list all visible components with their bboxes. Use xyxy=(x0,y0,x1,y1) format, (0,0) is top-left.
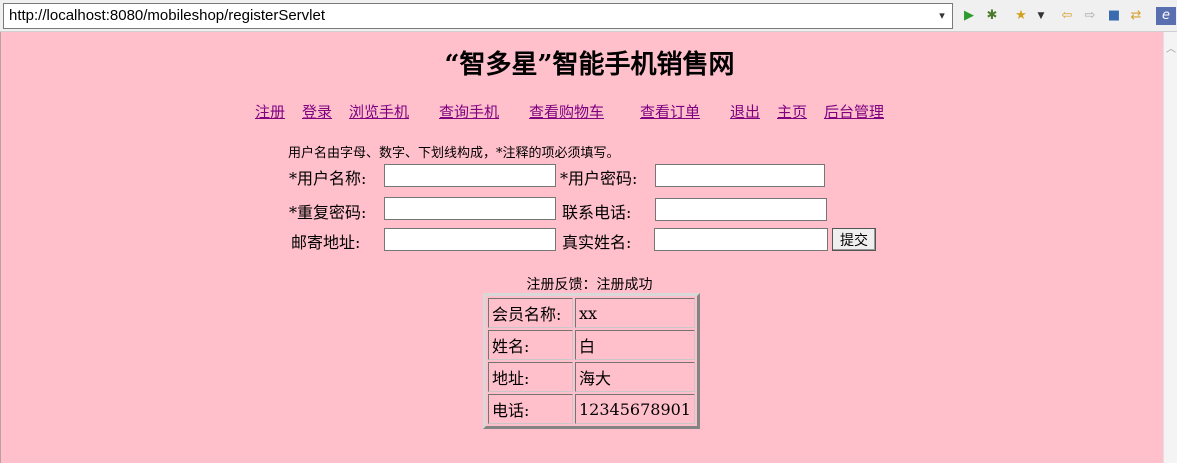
run-icon[interactable]: ▶ xyxy=(960,7,978,25)
phone-key: 电话: xyxy=(488,394,573,424)
nav-register-link[interactable]: 注册 xyxy=(255,101,285,122)
username-input[interactable] xyxy=(384,164,556,187)
page-viewport: “智多星”智能手机销售网 注册 登录 浏览手机 查询手机 查看购物车 查看订单 … xyxy=(0,32,1163,463)
table-row: 电话: 12345678901 xyxy=(488,394,695,424)
realname-label: 真实姓名: xyxy=(562,233,632,252)
realname-key: 姓名: xyxy=(488,330,573,360)
username-label: *用户名称: xyxy=(289,169,367,188)
page-title: “智多星”智能手机销售网 xyxy=(444,50,735,80)
repeat-password-label: *重复密码: xyxy=(289,203,367,222)
nav-admin-link[interactable]: 后台管理 xyxy=(824,101,884,122)
address-value: 海大 xyxy=(575,362,695,392)
forward-arrow-icon[interactable]: ⇨ xyxy=(1081,7,1099,25)
vertical-scrollbar[interactable]: ︿ xyxy=(1163,32,1177,463)
password-label: *用户密码: xyxy=(560,169,638,188)
phone-label: 联系电话: xyxy=(562,203,632,222)
nav-search-phones-link[interactable]: 查询手机 xyxy=(439,101,499,122)
phone-value: 12345678901 xyxy=(575,394,695,424)
nav-logout-link[interactable]: 退出 xyxy=(730,101,760,122)
register-feedback: 注册反馈：注册成功 xyxy=(526,277,653,293)
scroll-up-chevron-icon[interactable]: ︿ xyxy=(1164,44,1177,56)
address-key: 地址: xyxy=(488,362,573,392)
back-arrow-icon[interactable]: ⇦ xyxy=(1058,7,1076,25)
address-bar[interactable]: http://localhost:8080/mobileshop/registe… xyxy=(3,3,953,29)
repeat-password-input[interactable] xyxy=(384,197,556,220)
table-row: 会员名称: xx xyxy=(488,298,695,328)
nav-view-cart-link[interactable]: 查看购物车 xyxy=(529,101,604,122)
favorite-star-icon[interactable]: ★ xyxy=(1012,7,1030,25)
member-name-key: 会员名称: xyxy=(488,298,573,328)
chevron-down-icon[interactable]: ▼ xyxy=(1032,7,1050,25)
eclipse-logo-icon: e xyxy=(1156,7,1176,25)
nav-view-orders-link[interactable]: 查看订单 xyxy=(640,101,700,122)
submit-button[interactable]: 提交 xyxy=(832,228,876,251)
form-hint: 用户名由字母、数字、下划线构成，*注释的项必须填写。 xyxy=(288,146,620,161)
realname-value: 白 xyxy=(575,330,695,360)
address-bar-url: http://localhost:8080/mobileshop/registe… xyxy=(9,7,326,24)
debug-bug-icon[interactable]: ✱ xyxy=(983,7,1001,25)
table-row: 姓名: 白 xyxy=(488,330,695,360)
address-input[interactable] xyxy=(384,228,556,251)
member-name-value: xx xyxy=(575,298,695,328)
table-row: 地址: 海大 xyxy=(488,362,695,392)
phone-input[interactable] xyxy=(655,198,827,221)
refresh-icon[interactable]: ⇄ xyxy=(1127,7,1145,25)
nav-browse-phones-link[interactable]: 浏览手机 xyxy=(349,101,409,122)
member-info-table: 会员名称: xx 姓名: 白 地址: 海大 电话: 12345678901 xyxy=(483,293,700,429)
chevron-down-icon[interactable]: ▾ xyxy=(932,4,952,28)
stop-icon[interactable]: ■ xyxy=(1105,7,1123,25)
nav-home-link[interactable]: 主页 xyxy=(777,101,807,122)
password-input[interactable] xyxy=(655,164,825,187)
nav-login-link[interactable]: 登录 xyxy=(302,101,332,122)
realname-input[interactable] xyxy=(654,228,828,251)
browser-toolbar: http://localhost:8080/mobileshop/registe… xyxy=(0,0,1177,32)
address-label: 邮寄地址: xyxy=(291,233,361,252)
